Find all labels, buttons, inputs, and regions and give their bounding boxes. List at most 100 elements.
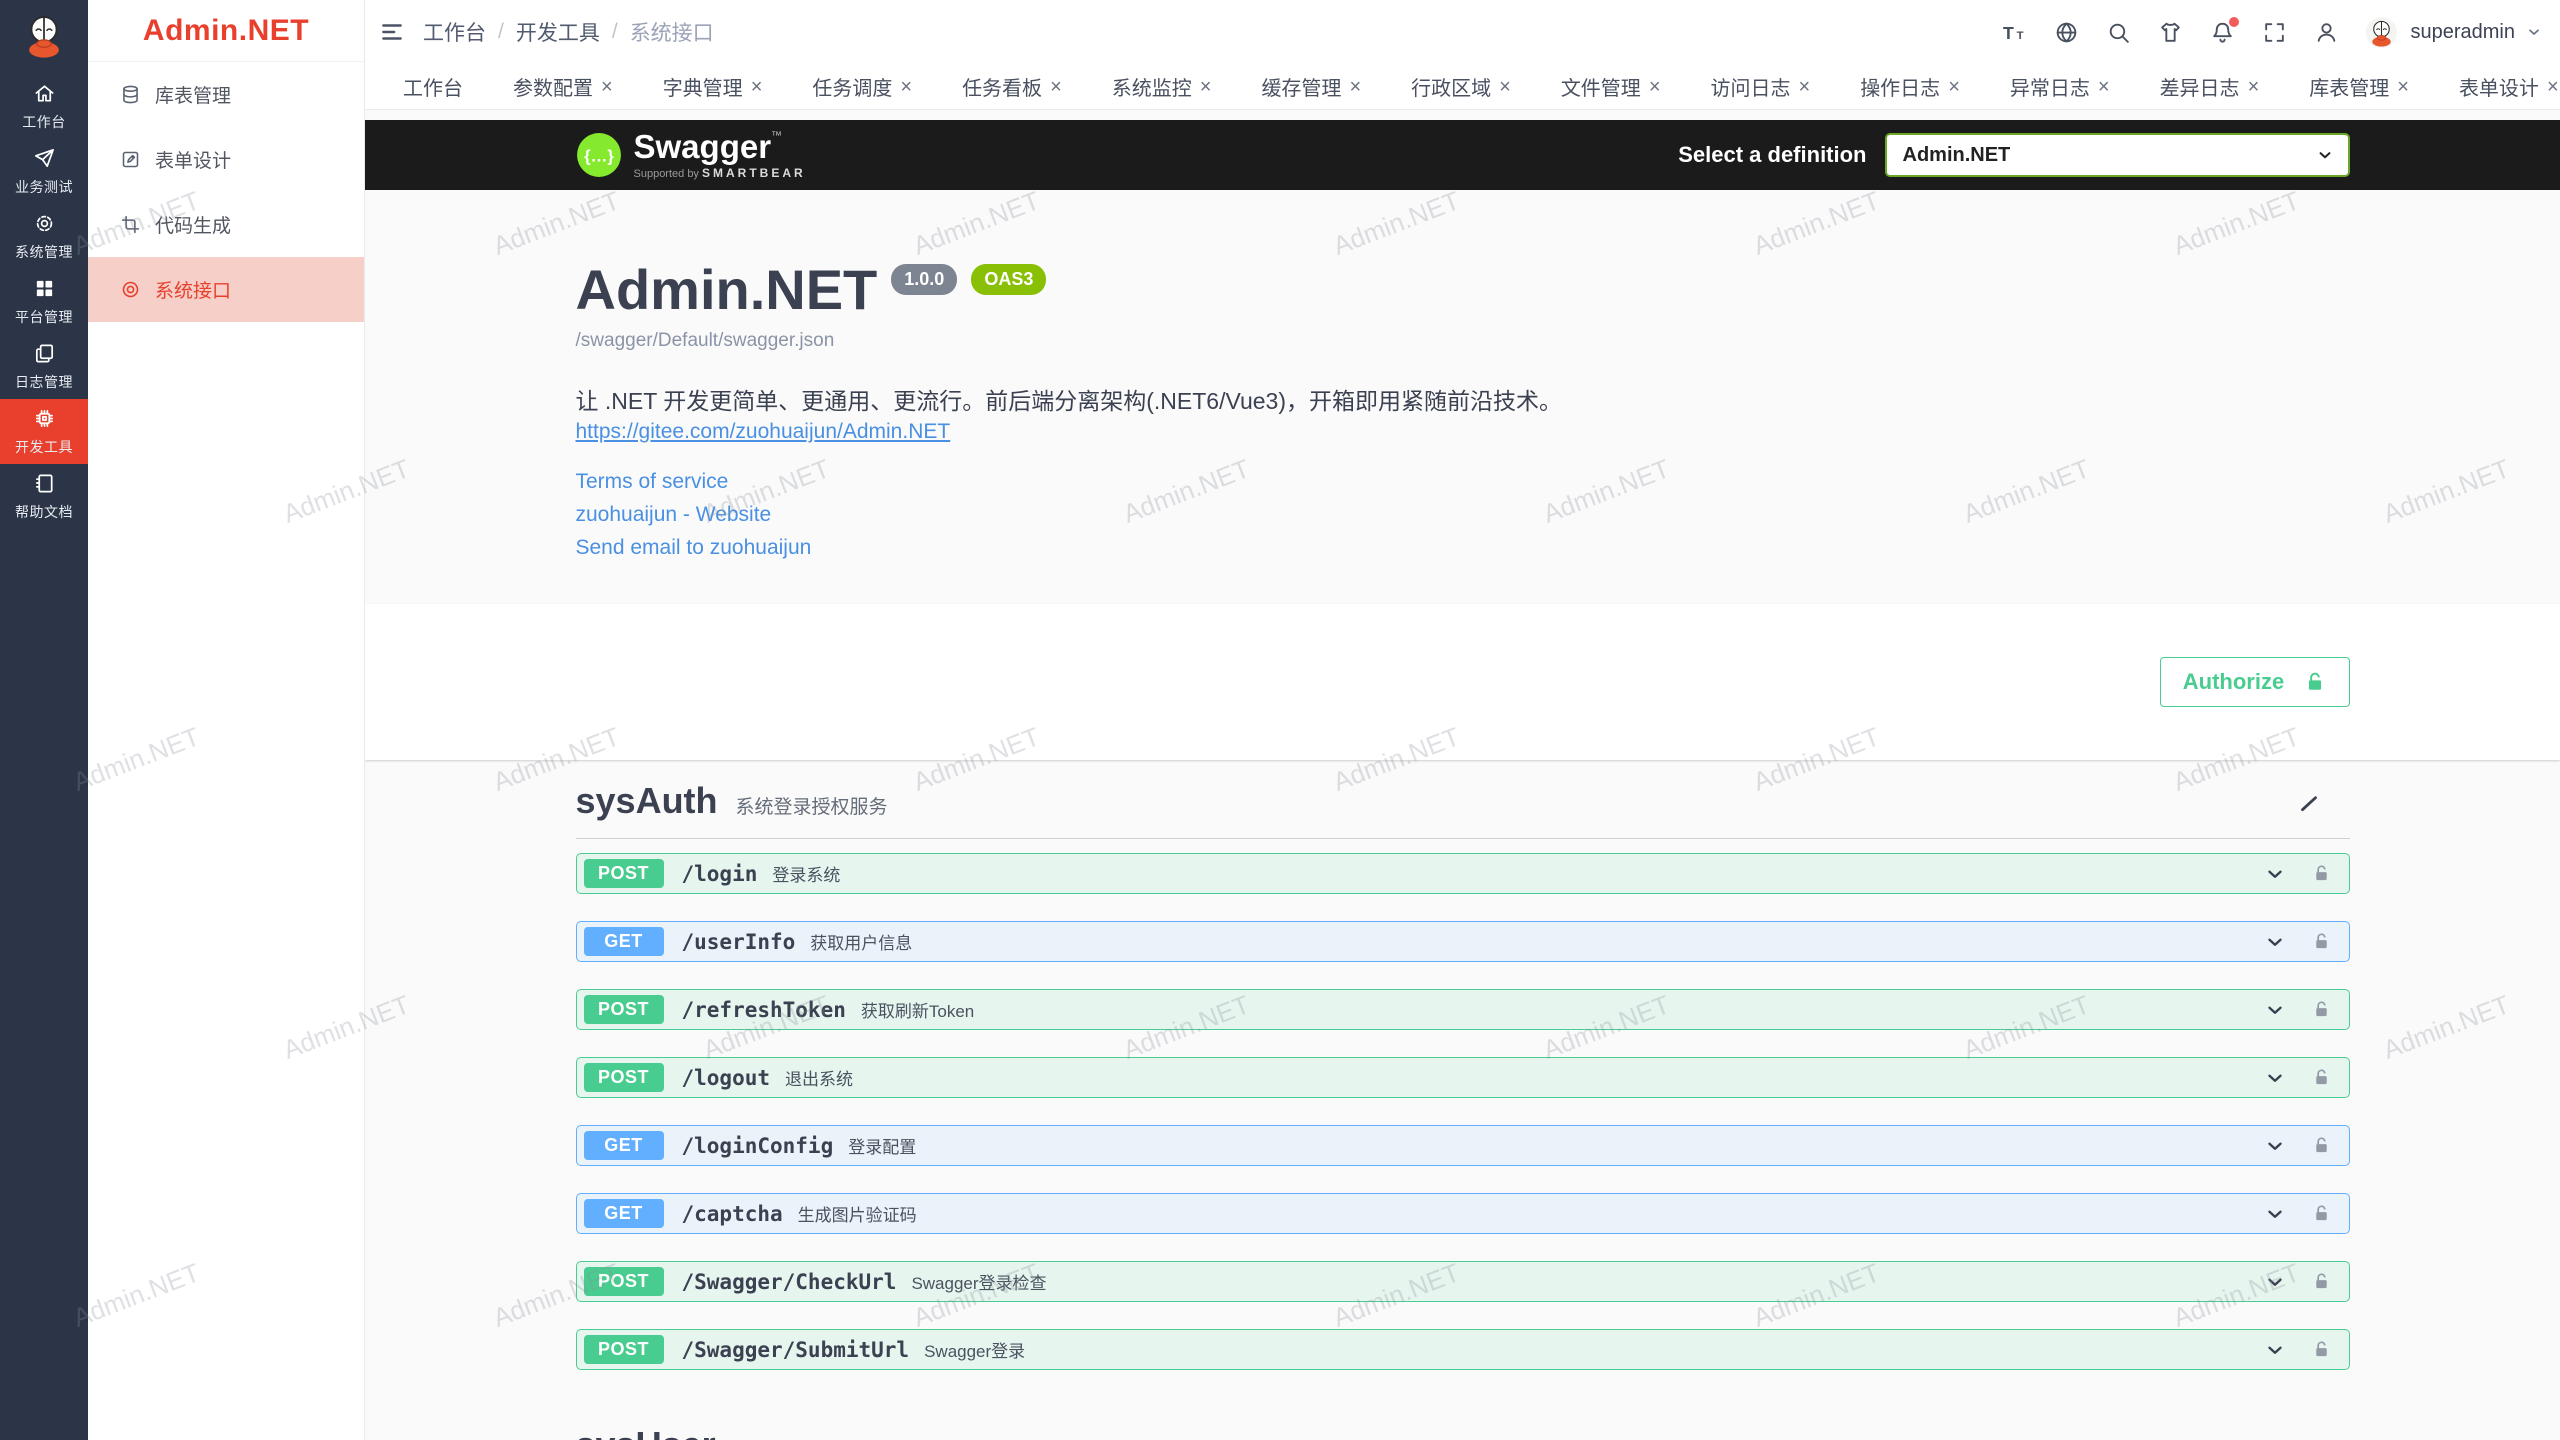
rail-item-log-mgmt[interactable]: 日志管理: [0, 334, 88, 399]
close-icon[interactable]: ×: [1200, 77, 1212, 97]
method-badge: GET: [584, 1199, 664, 1228]
section-header-sysUser[interactable]: sysUser 系统用户服务: [576, 1424, 2350, 1440]
close-icon[interactable]: ×: [1799, 77, 1811, 97]
chevron-down-icon[interactable]: [2264, 1339, 2286, 1361]
endpoint-get-loginconfig[interactable]: GET /loginConfig 登录配置: [576, 1125, 2350, 1166]
endpoint-post-swagger-submiturl[interactable]: POST /Swagger/SubmitUrl Swagger登录: [576, 1329, 2350, 1370]
tab-op-log[interactable]: 操作日志 ×: [1850, 66, 1970, 107]
username-label[interactable]: superadmin: [2410, 21, 2515, 44]
chevron-down-icon[interactable]: [2526, 24, 2542, 40]
close-icon[interactable]: ×: [1349, 77, 1361, 97]
method-badge: POST: [584, 859, 664, 888]
tab-workbench[interactable]: 工作台: [393, 66, 473, 107]
close-icon[interactable]: ×: [751, 77, 763, 97]
unlock-icon[interactable]: [2312, 932, 2331, 951]
close-icon[interactable]: ×: [2248, 77, 2260, 97]
language-icon[interactable]: [2054, 20, 2079, 45]
notification-bell-icon[interactable]: [2210, 20, 2235, 45]
fullscreen-icon[interactable]: [2262, 20, 2287, 45]
close-icon[interactable]: ×: [2547, 77, 2559, 97]
breadcrumb-devtools[interactable]: 开发工具: [516, 17, 600, 47]
close-icon[interactable]: ×: [1948, 77, 1960, 97]
unlock-icon[interactable]: [2312, 1068, 2331, 1087]
unlock-icon[interactable]: [2312, 1000, 2331, 1019]
close-icon[interactable]: ×: [601, 77, 613, 97]
rail-item-workbench[interactable]: 工作台: [0, 74, 88, 139]
user-avatar[interactable]: [2366, 17, 2397, 48]
gear-icon: [33, 212, 56, 235]
collapse-menu-icon[interactable]: [379, 19, 405, 45]
tab-diff-log[interactable]: 差异日志 ×: [2150, 66, 2270, 107]
chevron-down-icon[interactable]: [2264, 1135, 2286, 1157]
website-link[interactable]: zuohuaijun - Website: [576, 503, 2350, 527]
rail-item-biz-test[interactable]: 业务测试: [0, 139, 88, 204]
endpoint-summary: 登录系统: [772, 861, 840, 886]
chevron-down-icon[interactable]: [2264, 1271, 2286, 1293]
search-icon[interactable]: [2106, 20, 2131, 45]
sidebar-item-form-design[interactable]: 表单设计: [88, 127, 364, 192]
close-icon[interactable]: ×: [1499, 77, 1511, 97]
endpoint-post-refreshtoken[interactable]: POST /refreshToken 获取刷新Token: [576, 989, 2350, 1030]
endpoint-post-swagger-checkurl[interactable]: POST /Swagger/CheckUrl Swagger登录检查: [576, 1261, 2350, 1302]
tab-job-board[interactable]: 任务看板 ×: [952, 66, 1072, 107]
endpoint-get-captcha[interactable]: GET /captcha 生成图片验证码: [576, 1193, 2350, 1234]
tab-label: 系统监控: [1112, 72, 1192, 101]
sidebar-item-sys-api[interactable]: 系统接口: [88, 257, 364, 322]
tab-form-design[interactable]: 表单设计 ×: [2449, 66, 2560, 107]
rail-item-dev-tools[interactable]: 开发工具: [0, 399, 88, 464]
spec-url-link[interactable]: /swagger/Default/swagger.json: [576, 330, 2350, 352]
tab-cache-mgmt[interactable]: 缓存管理 ×: [1251, 66, 1371, 107]
tab-param-config[interactable]: 参数配置 ×: [503, 66, 623, 107]
terms-link[interactable]: Terms of service: [576, 470, 2350, 494]
unlock-icon[interactable]: [2312, 1272, 2331, 1291]
secondary-nav: 库表管理 表单设计 代码生成 系统接口: [88, 62, 364, 322]
chevron-up-icon[interactable]: [2296, 788, 2322, 814]
chevron-up-icon[interactable]: [2296, 1432, 2322, 1440]
chevron-down-icon[interactable]: [2264, 931, 2286, 953]
rail-item-platform-mgmt[interactable]: 平台管理: [0, 269, 88, 334]
unlock-icon[interactable]: [2312, 1204, 2331, 1223]
authorize-button[interactable]: Authorize: [2160, 657, 2350, 707]
close-icon[interactable]: ×: [1649, 77, 1661, 97]
tab-sys-monitor[interactable]: 系统监控 ×: [1102, 66, 1222, 107]
api-title: Admin.NET: [576, 262, 878, 318]
close-icon[interactable]: ×: [2397, 77, 2409, 97]
email-link[interactable]: Send email to zuohuaijun: [576, 536, 2350, 560]
section-header-sysAuth[interactable]: sysAuth 系统登录授权服务: [576, 780, 2350, 839]
chevron-down-icon[interactable]: [2264, 863, 2286, 885]
tab-visit-log[interactable]: 访问日志 ×: [1701, 66, 1821, 107]
sidebar-item-code-gen[interactable]: 代码生成: [88, 192, 364, 257]
sidebar-item-label: 代码生成: [155, 211, 231, 238]
unlock-icon[interactable]: [2312, 1340, 2331, 1359]
tab-region[interactable]: 行政区域 ×: [1401, 66, 1521, 107]
endpoint-get-userinfo[interactable]: GET /userInfo 获取用户信息: [576, 921, 2350, 962]
sidebar-item-table-mgmt[interactable]: 库表管理: [88, 62, 364, 127]
close-icon[interactable]: ×: [1050, 77, 1062, 97]
tab-table-mgmt[interactable]: 库表管理 ×: [2299, 66, 2419, 107]
unlock-icon[interactable]: [2312, 864, 2331, 883]
chevron-down-icon[interactable]: [2264, 1203, 2286, 1225]
chevron-down-icon[interactable]: [2264, 1067, 2286, 1089]
font-size-icon[interactable]: TT: [2002, 20, 2027, 45]
breadcrumb-workbench[interactable]: 工作台: [423, 17, 486, 47]
endpoint-post-login[interactable]: POST /login 登录系统: [576, 853, 2350, 894]
api-sections: sysAuth 系统登录授权服务 POST /login 登录系统 GET /u…: [576, 780, 2350, 1440]
tab-dict-mgmt[interactable]: 字典管理 ×: [653, 66, 773, 107]
close-icon[interactable]: ×: [900, 77, 912, 97]
tab-job-schedule[interactable]: 任务调度 ×: [802, 66, 922, 107]
theme-icon[interactable]: [2158, 20, 2183, 45]
user-icon[interactable]: [2314, 20, 2339, 45]
definition-select[interactable]: Admin.NET: [1885, 133, 2350, 177]
endpoint-post-logout[interactable]: POST /logout 退出系统: [576, 1057, 2350, 1098]
close-icon[interactable]: ×: [2098, 77, 2110, 97]
unlock-icon: [2304, 671, 2326, 693]
rail-item-system-mgmt[interactable]: 系统管理: [0, 204, 88, 269]
rail-item-help-docs[interactable]: 帮助文档: [0, 464, 88, 529]
unlock-icon[interactable]: [2312, 1136, 2331, 1155]
repo-link[interactable]: https://gitee.com/zuohuaijun/Admin.NET: [576, 420, 951, 444]
tab-label: 差异日志: [2160, 72, 2240, 101]
tab-file-mgmt[interactable]: 文件管理 ×: [1551, 66, 1671, 107]
section-description: 系统登录授权服务: [736, 792, 888, 819]
tab-error-log[interactable]: 异常日志 ×: [2000, 66, 2120, 107]
chevron-down-icon[interactable]: [2264, 999, 2286, 1021]
